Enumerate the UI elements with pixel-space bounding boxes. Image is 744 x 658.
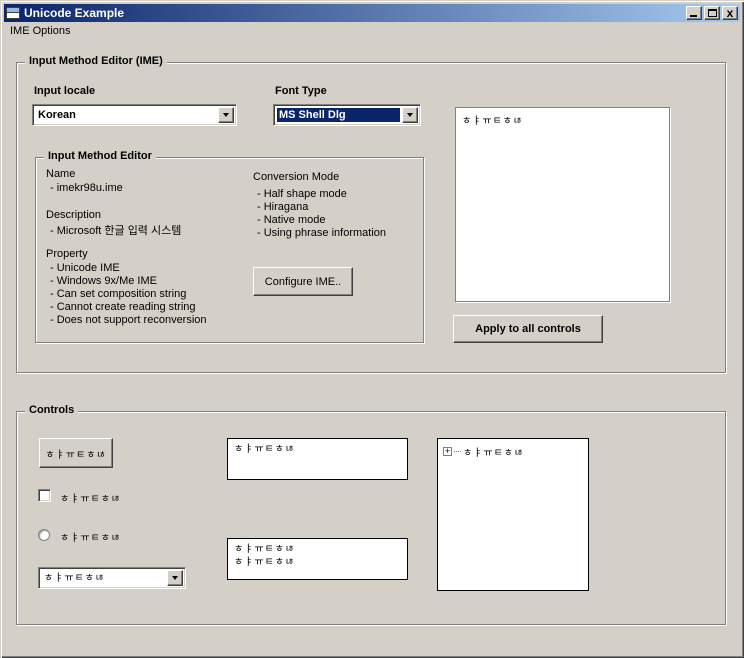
conversion-mode-item: - Half shape mode: [257, 188, 347, 200]
property-item: - Can set composition string: [50, 288, 186, 300]
conversion-mode-item: - Hiragana: [257, 201, 308, 213]
sample-button[interactable]: ㅎㅑㅠㅌㅎㄶ: [39, 438, 113, 468]
sample-edit-single[interactable]: ㅎㅑㅠㅌㅎㄶ: [227, 438, 408, 480]
edit-multi-line: ㅎㅑㅠㅌㅎㄶ: [234, 556, 401, 569]
application-window: Unicode Example x IME Options Input Meth…: [0, 0, 744, 658]
font-type-label: Font Type: [275, 85, 327, 97]
font-type-value: MS Shell Dlg: [277, 108, 400, 122]
conversion-mode-item: - Using phrase information: [257, 227, 386, 239]
application-icon[interactable]: [6, 7, 20, 19]
title-bar: Unicode Example x: [4, 4, 740, 22]
sample-radio[interactable]: [38, 529, 50, 541]
input-locale-dropdown-button[interactable]: [218, 107, 234, 123]
close-icon: x: [723, 6, 737, 20]
edit-single-text: ㅎㅑㅠㅌㅎㄶ: [234, 443, 401, 456]
apply-to-all-controls-button[interactable]: Apply to all controls: [453, 315, 603, 343]
description-label: Description: [46, 209, 101, 221]
ime-preview-text: ㅎㅑㅠㅌㅎㄶ: [462, 116, 523, 127]
controls-groupbox-title: Controls: [25, 404, 78, 416]
sample-combobox[interactable]: ㅎㅑㅠㅌㅎㄶ: [38, 567, 186, 589]
name-value: - imekr98u.ime: [50, 182, 123, 194]
chevron-down-icon: [407, 113, 413, 117]
editor-info-title: Input Method Editor: [44, 150, 156, 162]
conversion-mode-label: Conversion Mode: [253, 171, 339, 183]
input-locale-combobox[interactable]: Korean: [32, 104, 237, 126]
window-title: Unicode Example: [24, 6, 124, 20]
edit-multi-line: ㅎㅑㅠㅌㅎㄶ: [234, 543, 401, 556]
minimize-icon: [690, 15, 697, 17]
menu-bar: IME Options: [4, 22, 740, 40]
sample-checkbox[interactable]: [38, 489, 51, 502]
description-value: - Microsoft 한글 입력 시스템: [50, 222, 181, 238]
ime-preview-textarea[interactable]: ㅎㅑㅠㅌㅎㄶ: [455, 107, 670, 302]
chevron-down-icon: [223, 113, 229, 117]
property-item: - Windows 9x/Me IME: [50, 275, 157, 287]
sample-combobox-value: ㅎㅑㅠㅌㅎㄶ: [42, 571, 165, 585]
property-label: Property: [46, 248, 88, 260]
name-label: Name: [46, 168, 75, 180]
maximize-button[interactable]: [704, 6, 720, 20]
ime-groupbox-title: Input Method Editor (IME): [25, 55, 167, 67]
sample-combobox-dropdown-button[interactable]: [167, 570, 183, 586]
close-button[interactable]: x: [722, 6, 738, 20]
configure-ime-button[interactable]: Configure IME..: [253, 267, 353, 296]
sample-radio-label: ㅎㅑㅠㅌㅎㄶ: [60, 529, 121, 544]
menu-item-ime-options[interactable]: IME Options: [4, 24, 77, 38]
minimize-button[interactable]: [686, 6, 702, 20]
tree-item[interactable]: + ㅎㅑㅠㅌㅎㄶ: [443, 444, 583, 459]
input-locale-label: Input locale: [34, 85, 95, 97]
font-type-combobox[interactable]: MS Shell Dlg: [273, 104, 421, 126]
sample-treeview[interactable]: + ㅎㅑㅠㅌㅎㄶ: [437, 438, 589, 591]
property-item: - Cannot create reading string: [50, 301, 196, 313]
tree-connector: [454, 451, 461, 452]
maximize-icon: [708, 9, 717, 17]
input-locale-value: Korean: [36, 108, 216, 122]
sample-checkbox-label: ㅎㅑㅠㅌㅎㄶ: [60, 490, 121, 505]
property-item: - Unicode IME: [50, 262, 120, 274]
property-item: - Does not support reconversion: [50, 314, 207, 326]
tree-expand-icon[interactable]: +: [443, 447, 452, 456]
sample-edit-multi[interactable]: ㅎㅑㅠㅌㅎㄶ ㅎㅑㅠㅌㅎㄶ: [227, 538, 408, 580]
chevron-down-icon: [172, 576, 178, 580]
tree-item-label: ㅎㅑㅠㅌㅎㄶ: [463, 444, 524, 459]
font-type-dropdown-button[interactable]: [402, 107, 418, 123]
conversion-mode-item: - Native mode: [257, 214, 325, 226]
